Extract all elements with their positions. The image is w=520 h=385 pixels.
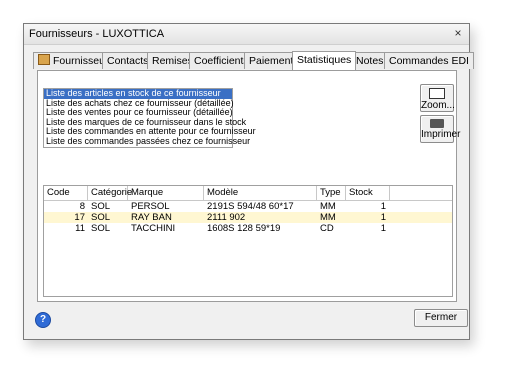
articles-table: Code Catégorie Marque Modèle Type Stock … bbox=[43, 185, 453, 297]
folder-icon bbox=[38, 54, 50, 65]
close-icon[interactable]: × bbox=[451, 27, 465, 40]
cell-modele: 1608S 128 59*19 bbox=[207, 223, 281, 234]
cell-stock: 1 bbox=[380, 223, 386, 234]
title-bar: Fournisseurs - LUXOTTICA × bbox=[24, 24, 469, 45]
column-stock[interactable]: Stock bbox=[346, 186, 390, 200]
report-list[interactable]: Liste des articles en stock de ce fourni… bbox=[43, 88, 256, 148]
fermer-label: Fermer bbox=[424, 312, 458, 323]
cell-modele: 2191S 594/48 60*17 bbox=[207, 201, 294, 212]
tab-statistiques[interactable]: Statistiques bbox=[292, 51, 357, 70]
column-code[interactable]: Code bbox=[44, 186, 88, 200]
tab-notes[interactable]: Notes bbox=[351, 52, 389, 69]
cell-marque: TACCHINI bbox=[131, 223, 176, 234]
print-button[interactable]: Imprimer bbox=[420, 115, 460, 143]
column-categorie[interactable]: Catégorie bbox=[88, 186, 132, 200]
fermer-button[interactable]: Fermer bbox=[414, 309, 468, 327]
cell-modele: 2111 902 bbox=[207, 212, 246, 223]
cell-marque: RAY BAN bbox=[131, 212, 172, 223]
statistics-panel: Liste des articles en stock de ce fourni… bbox=[37, 70, 460, 302]
table-row[interactable]: 11 SOL TACCHINI 1608S 128 59*19 CD 1 bbox=[44, 223, 452, 234]
cell-categorie: SOL bbox=[91, 201, 111, 212]
cell-stock: 1 bbox=[380, 201, 386, 212]
window-title: Fournisseurs - LUXOTTICA bbox=[29, 28, 165, 40]
table-row[interactable]: 17 SOL RAY BAN 2111 902 MM 1 bbox=[44, 212, 452, 223]
column-modele[interactable]: Modèle bbox=[204, 186, 317, 200]
tab-commandes-edi[interactable]: Commandes EDI bbox=[384, 52, 474, 69]
cell-type: MM bbox=[320, 212, 336, 223]
report-item[interactable]: Liste des commandes passées chez ce four… bbox=[44, 136, 250, 147]
cell-code: 11 bbox=[75, 223, 85, 234]
window-icon bbox=[429, 88, 445, 99]
cell-categorie: SOL bbox=[91, 212, 111, 223]
printer-icon bbox=[430, 119, 444, 128]
column-marque[interactable]: Marque bbox=[128, 186, 204, 200]
help-icon[interactable]: ? bbox=[35, 312, 51, 328]
table-header: Code Catégorie Marque Modèle Type Stock bbox=[44, 186, 452, 201]
cell-marque: PERSOL bbox=[131, 201, 170, 212]
column-type[interactable]: Type bbox=[317, 186, 346, 200]
supplier-window: Fournisseurs - LUXOTTICA × Fournisseur C… bbox=[23, 23, 474, 340]
cell-stock: 1 bbox=[380, 212, 386, 223]
table-row[interactable]: 8 SOL PERSOL 2191S 594/48 60*17 MM 1 bbox=[44, 201, 452, 212]
cell-code: 8 bbox=[79, 201, 85, 212]
cell-type: MM bbox=[320, 201, 336, 212]
zoom-button[interactable]: Zoom... bbox=[420, 84, 455, 112]
tab-contacts[interactable]: Contacts bbox=[102, 52, 154, 69]
cell-code: 17 bbox=[74, 212, 85, 223]
cell-categorie: SOL bbox=[91, 223, 111, 234]
cell-type: CD bbox=[320, 223, 334, 234]
